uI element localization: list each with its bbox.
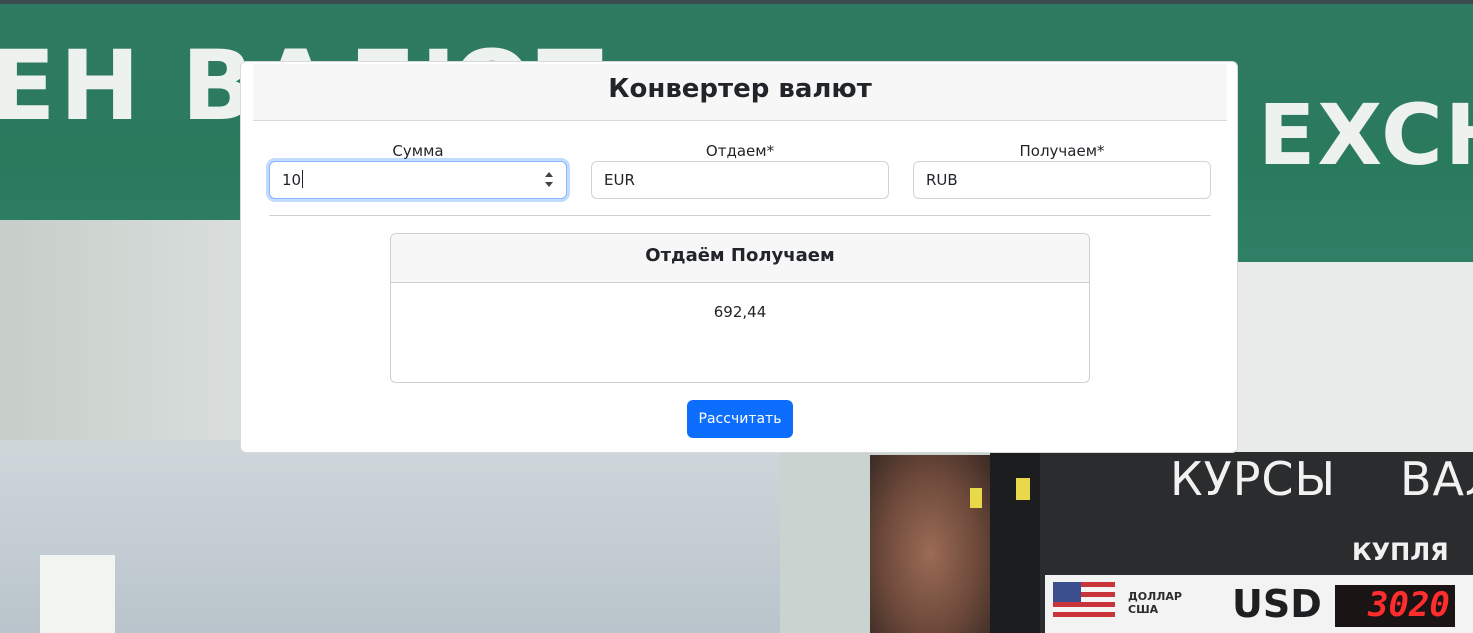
board-title-1: КУРСЫ: [1170, 452, 1337, 506]
window-right: [1235, 262, 1473, 462]
board-buy-label: КУПЛЯ: [1352, 538, 1449, 566]
result-card: Отдаём Получаем 692,44: [390, 233, 1090, 383]
white-block: [40, 555, 115, 633]
yellow-tag-2: [970, 488, 982, 508]
amount-value: 10: [282, 171, 302, 189]
text-caret: [302, 170, 304, 188]
converter-card: Конвертер валют Сумма 10 Отдаем* EUR Пол…: [240, 61, 1238, 453]
wall-lower: [0, 440, 780, 633]
result-value: 692,44: [713, 303, 767, 321]
us-flag-canton: [1053, 582, 1081, 602]
amount-input[interactable]: 10: [269, 161, 567, 199]
to-currency-input[interactable]: RUB: [913, 161, 1211, 199]
number-spinner[interactable]: [542, 170, 556, 190]
from-currency-value: EUR: [604, 171, 635, 189]
person-photo: [870, 455, 990, 633]
board-currency-name: ДОЛЛАР США: [1128, 590, 1182, 616]
board-small-1: ДОЛЛАР: [1128, 590, 1182, 603]
from-currency-label: Отдаем*: [705, 142, 775, 160]
page-title: Конвертер валют: [608, 74, 872, 104]
board-rate-value: 3020: [1368, 585, 1450, 625]
divider: [269, 215, 1211, 216]
spin-down-icon[interactable]: [545, 182, 553, 187]
amount-label: Сумма: [392, 142, 444, 160]
result-header: Отдаём Получаем: [391, 234, 1089, 283]
to-currency-label: Получаем*: [1019, 142, 1105, 160]
top-bar: [0, 0, 1473, 4]
from-currency-input[interactable]: EUR: [591, 161, 889, 199]
card-header: Конвертер валют: [253, 64, 1227, 121]
calculate-button[interactable]: Рассчитать: [687, 400, 793, 438]
board-title-2: ВАЛ: [1400, 452, 1473, 506]
result-title: Отдаём Получаем: [645, 245, 835, 266]
yellow-tag: [1016, 478, 1030, 500]
to-currency-value: RUB: [926, 171, 958, 189]
board-small-2: США: [1128, 603, 1159, 616]
sign-text-right: EXCH: [1258, 86, 1473, 184]
spin-up-icon[interactable]: [545, 172, 553, 177]
board-currency-code: USD: [1232, 582, 1322, 626]
